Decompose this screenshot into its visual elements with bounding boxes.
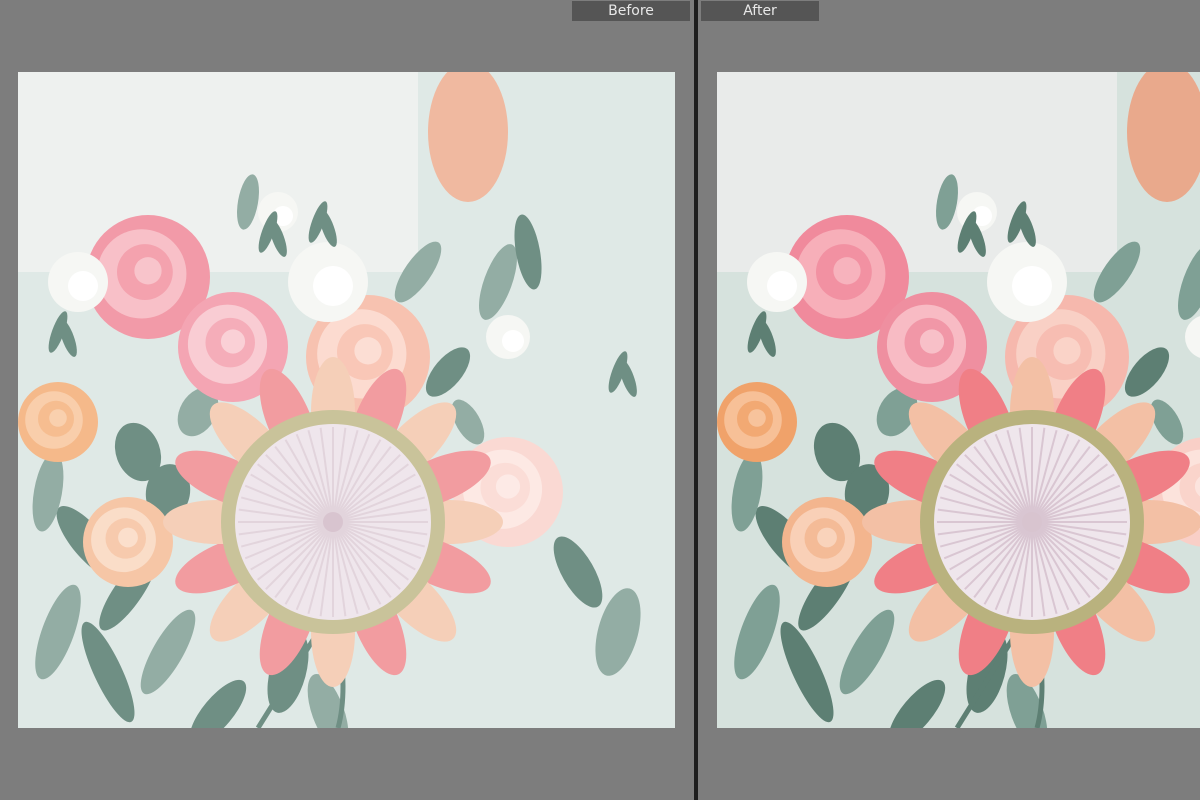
- before-photo[interactable]: [18, 72, 675, 728]
- after-panel: After: [698, 0, 1200, 800]
- bouquet-image-after: [717, 72, 1200, 728]
- after-label: After: [701, 1, 819, 21]
- before-panel: Before: [0, 0, 694, 800]
- before-label: Before: [572, 1, 690, 21]
- after-photo[interactable]: [717, 72, 1200, 728]
- bouquet-image-before: [18, 72, 675, 728]
